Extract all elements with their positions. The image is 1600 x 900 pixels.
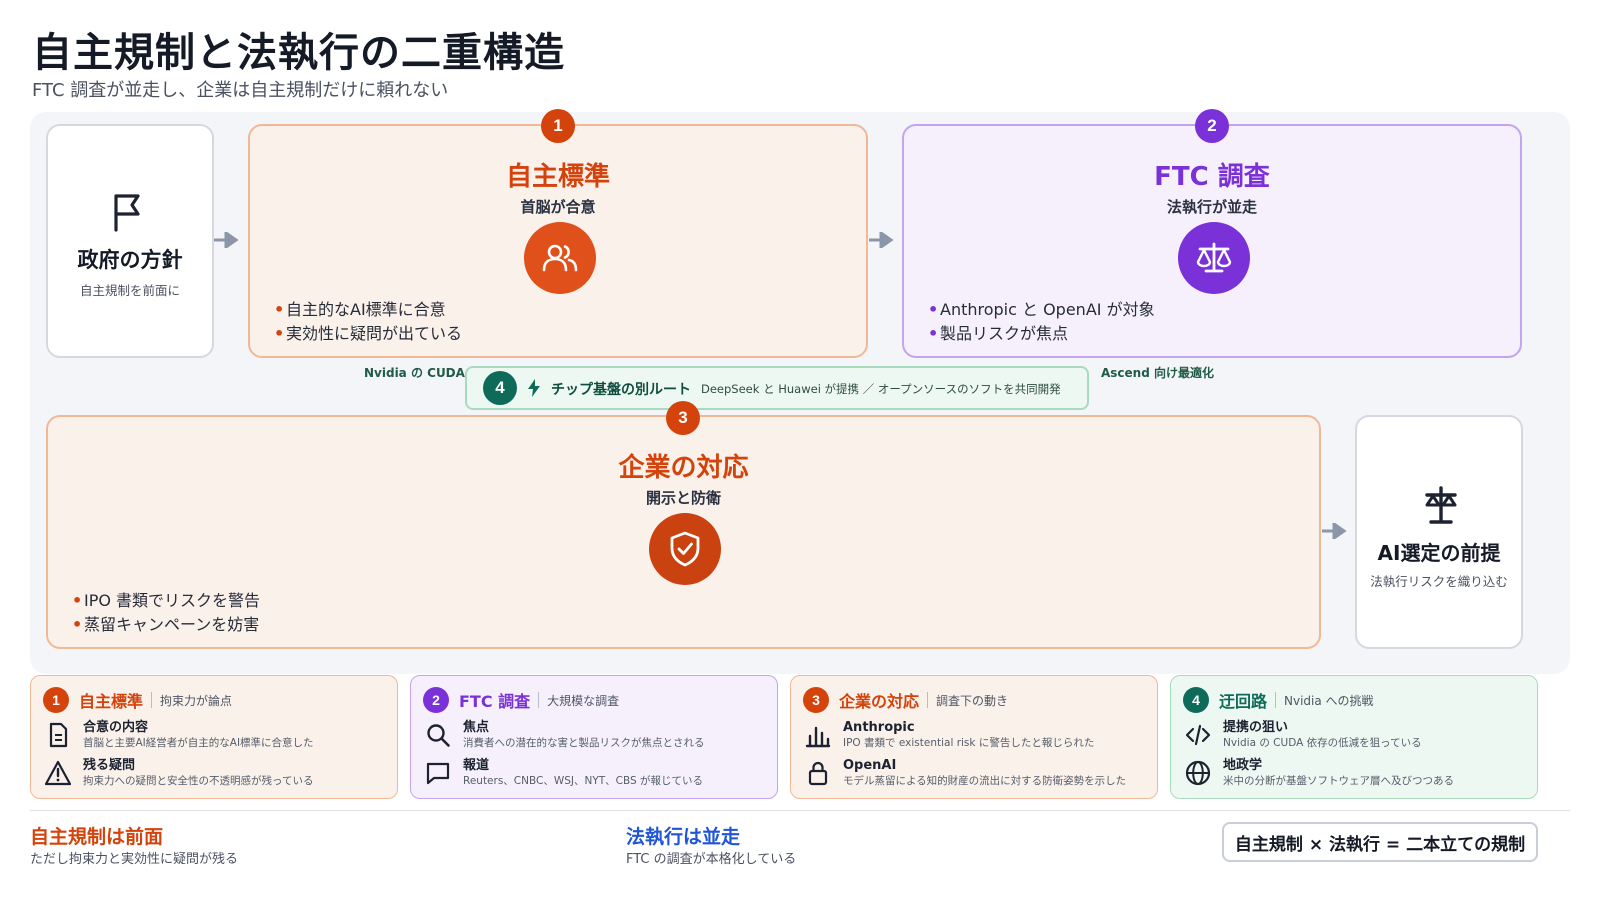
row-title: OpenAI: [843, 758, 897, 773]
info-row: OpenAI モデル蒸留による知的財産の流出に対する防衛姿勢を示した: [805, 758, 1126, 788]
ftc-sub: 法執行が並走: [1166, 198, 1257, 216]
bullet-item: Anthropic と OpenAI が対象: [928, 298, 1155, 322]
row-title: 地政学: [1223, 758, 1263, 773]
row-desc: 消費者への潜在的な害と製品リスクが焦点とされる: [463, 737, 705, 749]
info-title: 自主標準: [79, 692, 144, 711]
info-title: 企業の対応: [839, 692, 920, 711]
info-tag: 調査下の動き: [936, 693, 1009, 708]
arrow-icon: [869, 232, 894, 248]
row-title: Anthropic: [843, 720, 915, 735]
row-desc: 米中の分断が基盤ソフトウェア層へ及びつつある: [1223, 775, 1454, 787]
info-card-ftc: 2 FTC 調査 大規模な調査 焦点消費者への潜在的な害と製品リスクが焦点とされ…: [410, 675, 778, 799]
policy-title: 政府の方針: [77, 248, 183, 272]
footer-left-title: 自主規制は前面: [30, 826, 164, 848]
bullet-item: 自主的なAI標準に合意: [274, 298, 462, 322]
info-card-route: 4 迂回路 Nvidia への挑戦 提携の狙い Nvidia の CUDA 依存の…: [1170, 675, 1538, 799]
footer-left-sub: ただし拘束力と実効性に疑問が残る: [30, 852, 239, 867]
bullet-item: IPO 書類でリスクを警告: [72, 589, 260, 613]
info-row: 残る疑問拘束力への疑問と安全性の不透明感が残っている: [45, 758, 313, 788]
step-badge-2: 2: [1195, 109, 1229, 143]
shield-check-icon: [649, 513, 721, 585]
page-title: 自主規制と法執行の二重構造: [32, 30, 565, 76]
row-desc: 拘束力への疑問と安全性の不透明感が残っている: [83, 775, 314, 787]
summary-pill: 自主規制 × 法執行 = 二本立ての規制: [1222, 822, 1538, 862]
bar-chart-icon: [805, 726, 831, 748]
info-badge: 2: [423, 687, 449, 713]
row-title: 報道: [463, 758, 490, 773]
row-title: 合意の内容: [83, 720, 149, 735]
response-card: 企業の対応 開示と防衛 IPO 書類でリスクを警告 蒸留キャンペーンを妨害: [46, 415, 1321, 649]
warning-icon: [45, 760, 71, 786]
info-title: FTC 調査: [459, 692, 531, 711]
page-subtitle: FTC 調査が並走し、企業は自主規制だけに頼れない: [32, 80, 449, 101]
row-desc: モデル蒸留による知的財産の流出に対する防衛姿勢を示した: [843, 775, 1127, 787]
info-row: 焦点消費者への潜在的な害と製品リスクが焦点とされる: [425, 720, 705, 750]
route-title: チップ基盤の別ルート: [551, 382, 691, 398]
info-title: 迂回路: [1219, 692, 1268, 711]
info-row: Anthropic IPO 書類で existential risk に警告したと…: [805, 720, 1094, 750]
footer-middle-title: 法執行は並走: [626, 826, 741, 848]
ftc-card: FTC 調査 法執行が並走 Anthropic と OpenAI が対象 製品リ…: [902, 124, 1522, 358]
bolt-icon: [528, 379, 540, 397]
bullet-item: 製品リスクが焦点: [928, 322, 1155, 346]
code-icon: [1185, 724, 1211, 746]
response-title: 企業の対応: [618, 453, 749, 483]
policy-card: 政府の方針 自主規制を前面に: [46, 124, 214, 358]
balance-icon: [1425, 486, 1457, 524]
bullet-item: 蒸留キャンペーンを妨害: [72, 613, 260, 637]
step-badge-4: 4: [483, 371, 517, 405]
lock-icon: [808, 761, 828, 786]
route-left-label: Nvidia の CUDA: [364, 366, 465, 380]
row-title: 残る疑問: [83, 758, 136, 773]
response-bullets: IPO 書類でリスクを警告 蒸留キャンペーンを妨害: [72, 589, 260, 637]
info-row: 提携の狙い Nvidia の CUDA 依存の低減を狙っている: [1185, 720, 1422, 750]
arrow-icon: [214, 232, 239, 248]
arrow-icon: [1322, 523, 1347, 539]
document-icon: [49, 722, 68, 748]
info-row: 地政学米中の分断が基盤ソフトウェア層へ及びつつある: [1185, 758, 1454, 788]
info-tag: Nvidia への挑戦: [1284, 693, 1374, 708]
row-desc: 首脳と主要AI経営者が自主的なAI標準に合意した: [83, 737, 314, 749]
users-icon: [524, 222, 596, 294]
scales-icon: [1178, 222, 1250, 294]
premise-sub: 法執行リスクを織り込む: [1370, 574, 1508, 589]
standards-card: 自主標準 首脳が合意 自主的なAI標準に合意 実効性に疑問が出ている: [248, 124, 868, 358]
policy-sub: 自主規制を前面に: [79, 283, 180, 298]
premise-title: AI選定の前提: [1377, 541, 1501, 565]
route-bar: 4 チップ基盤の別ルート DeepSeek と Huawei が提携 ／ オープ…: [465, 366, 1089, 410]
footer-middle-sub: FTC の調査が本格化している: [626, 852, 797, 867]
info-row: 合意の内容首脳と主要AI経営者が自主的なAI標準に合意した: [45, 720, 314, 750]
flag-icon: [114, 194, 140, 232]
ftc-bullets: Anthropic と OpenAI が対象 製品リスクが焦点: [928, 298, 1155, 346]
chat-icon: [426, 762, 450, 785]
response-sub: 開示と防衛: [645, 489, 721, 507]
info-row: 報道 Reuters、CNBC、WSJ、NYT、CBS が報じている: [425, 758, 703, 788]
footer-divider: [30, 810, 1570, 811]
row-title: 提携の狙い: [1223, 720, 1289, 735]
ftc-title: FTC 調査: [1154, 162, 1270, 192]
info-tag: 拘束力が論点: [160, 693, 233, 708]
step-badge-1: 1: [541, 109, 575, 143]
standards-sub: 首脳が合意: [520, 198, 596, 216]
route-right-label: Ascend 向け最適化: [1101, 366, 1214, 380]
search-icon: [427, 724, 450, 747]
row-desc: Nvidia の CUDA 依存の低減を狙っている: [1223, 737, 1422, 749]
info-card-response: 3 企業の対応 調査下の動き Anthropic IPO 書類で existent…: [790, 675, 1158, 799]
info-badge: 4: [1183, 687, 1209, 713]
info-badge: 3: [803, 687, 829, 713]
standards-title: 自主標準: [505, 162, 610, 192]
premise-card: AI選定の前提 法執行リスクを織り込む: [1355, 415, 1523, 649]
globe-icon: [1185, 760, 1211, 786]
row-desc: Reuters、CNBC、WSJ、NYT、CBS が報じている: [463, 775, 704, 787]
info-badge: 1: [43, 687, 69, 713]
info-card-standards: 1 自主標準 拘束力が論点 合意の内容首脳と主要AI経営者が自主的なAI標準に合…: [30, 675, 398, 799]
step-badge-3: 3: [666, 401, 700, 435]
standards-bullets: 自主的なAI標準に合意 実効性に疑問が出ている: [274, 298, 462, 346]
route-desc: DeepSeek と Huawei が提携 ／ オープンソースのソフトを共同開発: [701, 382, 1061, 396]
row-title: 焦点: [463, 720, 490, 735]
row-desc: IPO 書類で existential risk に警告したと報じられた: [843, 737, 1095, 749]
bullet-item: 実効性に疑問が出ている: [274, 322, 462, 346]
info-tag: 大規模な調査: [547, 693, 620, 708]
